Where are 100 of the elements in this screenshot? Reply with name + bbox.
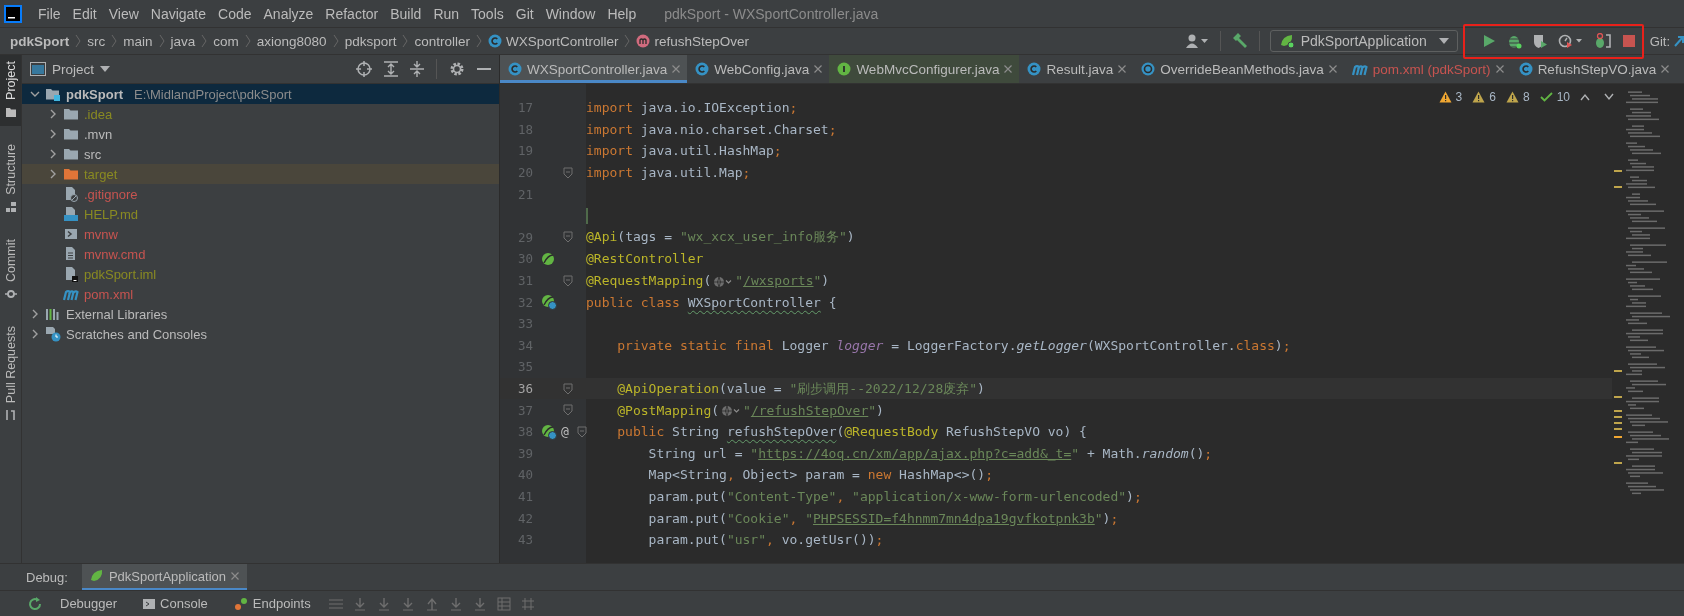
chevron-right-icon[interactable] xyxy=(48,129,58,139)
step-arrow-icon[interactable] xyxy=(376,596,391,611)
close-icon[interactable] xyxy=(1004,65,1013,73)
menu-item[interactable]: Window xyxy=(539,5,602,22)
tool-window-tab[interactable]: Structure xyxy=(0,137,21,221)
chevron-down-icon[interactable] xyxy=(30,89,40,99)
menu-item[interactable]: Analyze xyxy=(257,5,320,22)
chevron-right-icon[interactable] xyxy=(30,329,40,339)
editor-tab[interactable]: WXSportController.java xyxy=(500,55,688,83)
tree-item[interactable]: .mvn xyxy=(22,124,499,144)
tree-item[interactable]: src xyxy=(22,144,499,164)
tree-item[interactable]: pdkSport E:\MidlandProject\pdkSport xyxy=(22,84,499,104)
minimize-icon[interactable] xyxy=(477,67,491,71)
chevron-right-icon[interactable] xyxy=(30,309,40,319)
shield-run-icon[interactable] xyxy=(1531,33,1548,49)
fold-icon[interactable] xyxy=(576,425,587,438)
tree-item[interactable]: .idea xyxy=(22,104,499,124)
tree-item[interactable]: HELP.md xyxy=(22,204,499,224)
tree-item[interactable]: pdkSport.iml xyxy=(22,264,499,284)
menu-item[interactable]: Refactor xyxy=(319,5,385,22)
menu-item[interactable]: Navigate xyxy=(144,5,213,22)
close-icon[interactable] xyxy=(1661,65,1670,73)
commit-icon[interactable] xyxy=(4,287,17,300)
breadcrumb[interactable]: com xyxy=(213,33,239,49)
close-icon[interactable] xyxy=(1495,65,1504,73)
menu-item[interactable]: Help xyxy=(601,5,643,22)
close-icon[interactable] xyxy=(1118,65,1127,73)
git-update-icon[interactable] xyxy=(1674,34,1684,48)
breadcrumb[interactable]: pdkSport xyxy=(10,33,70,49)
fold-icon[interactable] xyxy=(563,404,573,417)
breadcrumb[interactable]: pdksport xyxy=(344,33,397,49)
panel-title[interactable]: Project xyxy=(52,61,95,77)
editor-tab[interactable]: Result.java xyxy=(1019,55,1134,83)
collapse-all-icon[interactable] xyxy=(410,61,424,77)
rerun-icon[interactable] xyxy=(28,596,42,611)
globe-dropdown-icon[interactable] xyxy=(713,275,734,288)
step-arrow-icon[interactable] xyxy=(472,596,487,611)
session-tab[interactable]: PdkSportApplication xyxy=(81,564,247,590)
debug-tab[interactable]: Debugger xyxy=(52,596,126,611)
fold-icon[interactable] xyxy=(563,166,573,179)
fold-icon[interactable] xyxy=(563,231,573,244)
close-icon[interactable] xyxy=(1328,65,1337,73)
breadcrumb[interactable]: WXSportController xyxy=(487,33,619,49)
run-config-dropdown[interactable]: PdkSportApplication xyxy=(1269,30,1458,52)
menu-item[interactable]: Tools xyxy=(465,5,510,22)
gutter-mark[interactable]: @ xyxy=(561,424,569,440)
inspection-count[interactable]: 3 xyxy=(1455,90,1463,104)
editor-tab[interactable]: OverrideBeanMethods.java xyxy=(1133,55,1344,83)
inspection-count[interactable]: 8 xyxy=(1522,90,1530,104)
tool-window-tab[interactable]: Project xyxy=(0,55,21,126)
menu-item[interactable]: Git xyxy=(509,5,540,22)
inspection-count[interactable]: 10 xyxy=(1556,90,1570,104)
breadcrumb[interactable]: src xyxy=(87,33,106,49)
close-icon[interactable] xyxy=(672,65,681,73)
stop-icon[interactable] xyxy=(1621,34,1636,48)
chevron-right-icon[interactable] xyxy=(48,149,58,159)
step-arrow-icon[interactable] xyxy=(352,596,367,611)
close-icon[interactable] xyxy=(814,65,823,73)
tool-window-tab[interactable]: Commit xyxy=(0,232,21,308)
chevron-right-icon[interactable] xyxy=(48,169,58,179)
structure-icon[interactable] xyxy=(4,200,17,213)
editor-tab[interactable]: WebConfig.java xyxy=(687,55,830,83)
caret-icon[interactable] xyxy=(100,66,111,72)
tool-window-tab[interactable]: Pull Requests xyxy=(0,319,21,429)
close-icon[interactable] xyxy=(231,572,239,580)
tree-item[interactable]: External Libraries xyxy=(22,304,499,324)
menu-item[interactable]: Code xyxy=(212,5,258,22)
user-dropdown-icon[interactable] xyxy=(1185,33,1210,49)
menu-item[interactable]: Edit xyxy=(66,5,103,22)
gauge-dropdown-icon[interactable] xyxy=(1557,33,1584,49)
bean-globe-icon xyxy=(541,294,557,311)
tree-item[interactable]: Scratches and Consoles xyxy=(22,324,499,344)
expand-all-icon[interactable] xyxy=(384,61,398,77)
pull-request-icon[interactable] xyxy=(4,408,17,421)
fold-icon[interactable] xyxy=(563,382,573,395)
debug-tab[interactable]: Console xyxy=(135,596,216,611)
menu-item[interactable]: Run xyxy=(427,5,466,22)
globe-dropdown-icon[interactable] xyxy=(721,405,742,418)
editor-tab[interactable]: RefushStepVO.java xyxy=(1510,55,1677,83)
menu-item[interactable]: File xyxy=(32,5,67,22)
breadcrumb[interactable]: main xyxy=(123,33,153,49)
inspection-count[interactable]: 6 xyxy=(1489,90,1496,104)
chevron-right-icon[interactable] xyxy=(48,109,58,119)
settings-icon[interactable] xyxy=(449,61,465,77)
breadcrumb[interactable]: java xyxy=(170,33,196,49)
step-arrow-icon[interactable] xyxy=(448,596,463,611)
attach-debugger-icon[interactable] xyxy=(1593,33,1612,49)
menu-item[interactable]: View xyxy=(102,5,145,22)
locate-icon[interactable] xyxy=(356,61,372,77)
breadcrumb[interactable]: refushStepOver xyxy=(636,33,750,49)
debug-tab[interactable]: Endpoints xyxy=(225,596,319,611)
breadcrumb[interactable]: axiong8080 xyxy=(256,33,327,49)
folder-icon[interactable] xyxy=(4,105,17,118)
run-icon[interactable] xyxy=(1481,34,1496,48)
step-arrow-icon[interactable] xyxy=(400,596,415,611)
fold-icon[interactable] xyxy=(563,274,573,287)
editor-tab[interactable]: WebMvcConfigurer.java xyxy=(829,55,1020,83)
breadcrumb[interactable]: controller xyxy=(414,33,470,49)
step-arrow-icon[interactable] xyxy=(424,596,439,611)
menu-item[interactable]: Build xyxy=(384,5,428,22)
